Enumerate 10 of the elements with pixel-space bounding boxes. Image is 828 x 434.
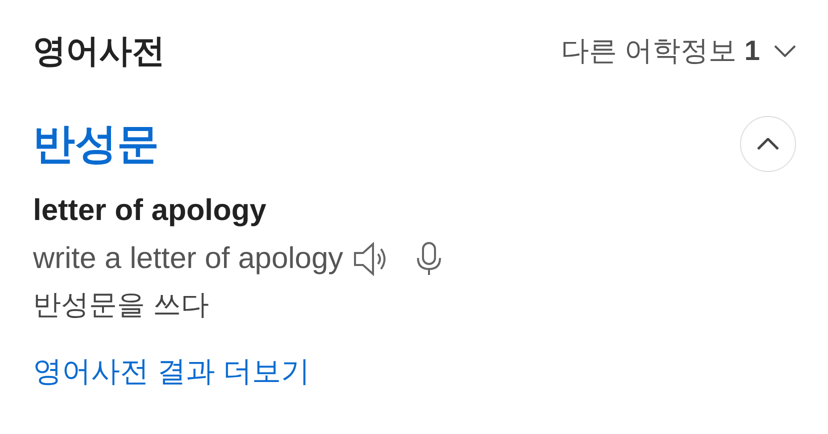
headword[interactable]: 반성문 [33, 116, 159, 172]
section-title: 영어사전 [33, 30, 165, 70]
chevron-down-icon [774, 45, 796, 57]
meaning-text: letter of apology [33, 194, 268, 228]
other-info-dropdown[interactable]: 다른 어학정보 1 [560, 32, 796, 70]
chevron-up-icon [757, 138, 779, 150]
example-sentence: write a letter of apology [33, 242, 344, 276]
example-translation: 반성문을 쓰다 [33, 288, 210, 322]
more-results-link[interactable]: 영어사전 결과 더보기 [33, 352, 310, 392]
microphone-icon[interactable] [415, 242, 444, 276]
